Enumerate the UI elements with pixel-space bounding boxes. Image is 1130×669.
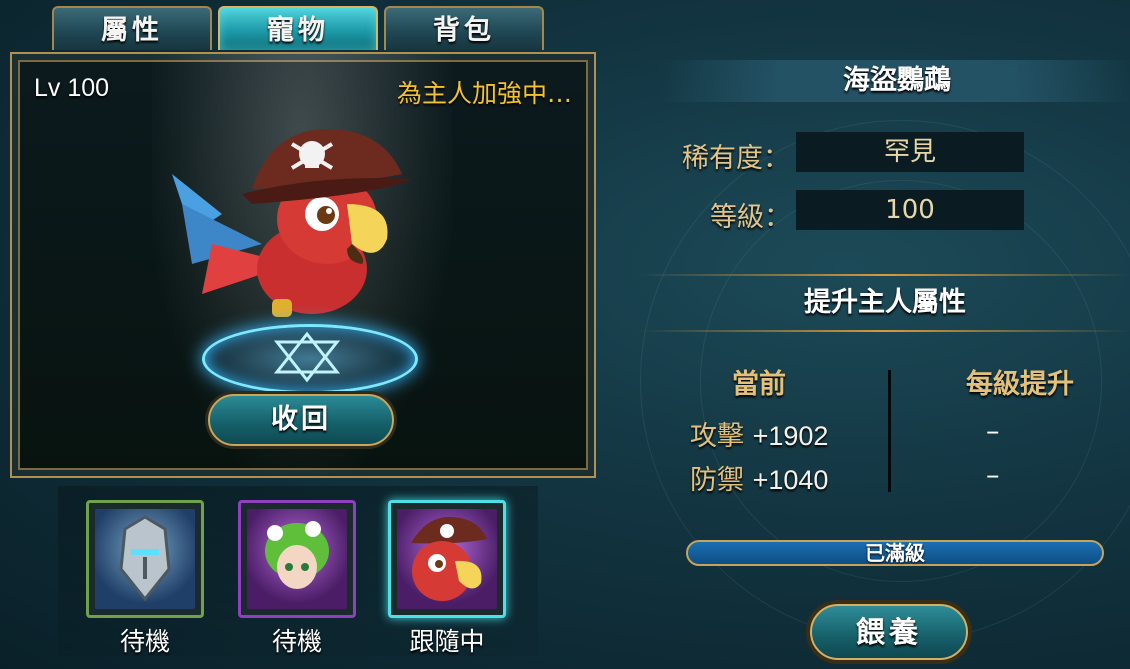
stat-value: +1040 — [752, 465, 829, 495]
level-label: 等級： — [710, 202, 791, 233]
stat-value: +1902 — [752, 421, 829, 451]
pet-slot-status: 跟隨中 — [409, 627, 485, 656]
tab-attributes[interactable]: 屬性 — [52, 6, 212, 50]
summon-circle — [202, 324, 418, 394]
pet-slot-frame — [238, 500, 356, 618]
rarity-label: 稀有度： — [682, 143, 790, 174]
tab-pets[interactable]: 寵物 — [218, 6, 378, 50]
pet-slot-list: 待機 待機 跟隨中 — [58, 486, 538, 656]
column-divider — [888, 370, 891, 492]
stat-row-attack: 攻擊 +1902 — [690, 414, 828, 453]
pirate-parrot-model — [172, 129, 412, 317]
pet-display-panel: Lv 100 為主人加強中… 收回 — [10, 52, 596, 478]
stat-row-defense: 防禦 +1040 — [690, 458, 828, 497]
pet-level-text: Lv 100 — [34, 74, 110, 102]
stat-name: 防禦 — [690, 465, 744, 496]
experience-bar-max-level: 已滿級 — [686, 540, 1104, 566]
pet-slot-frame — [86, 500, 204, 618]
pet-slot[interactable]: 待機 — [86, 486, 204, 656]
tab-bar: 屬性 寵物 背包 — [52, 6, 548, 52]
pet-slot[interactable]: 待機 — [238, 486, 356, 656]
current-column-header: 當前 — [732, 369, 786, 400]
pet-slot-status: 待機 — [119, 627, 170, 656]
armored-knight-pet-icon — [95, 509, 195, 609]
pet-slot-frame — [388, 500, 506, 618]
feed-button[interactable]: 餵養 — [810, 604, 968, 660]
pet-slot[interactable]: 跟隨中 — [388, 486, 506, 656]
master-attribute-boost-title: 提升主人屬性 — [640, 274, 1130, 332]
pirate-parrot-pet-icon — [397, 509, 497, 609]
stat-name: 攻擊 — [690, 421, 744, 452]
stat-per-level-attack: – — [986, 416, 1000, 447]
recall-button[interactable]: 收回 — [208, 394, 394, 446]
pet-name: 海盜鸚鵡 — [660, 60, 1130, 102]
stat-per-level-defense: – — [986, 460, 1000, 491]
per-level-column-header: 每級提升 — [966, 369, 1074, 400]
level-value: 100 — [796, 190, 1024, 230]
rarity-value: 罕見 — [796, 132, 1024, 172]
pet-slot-status: 待機 — [271, 627, 322, 656]
tab-backpack[interactable]: 背包 — [384, 6, 544, 50]
leaf-fairy-pet-icon — [247, 509, 347, 609]
